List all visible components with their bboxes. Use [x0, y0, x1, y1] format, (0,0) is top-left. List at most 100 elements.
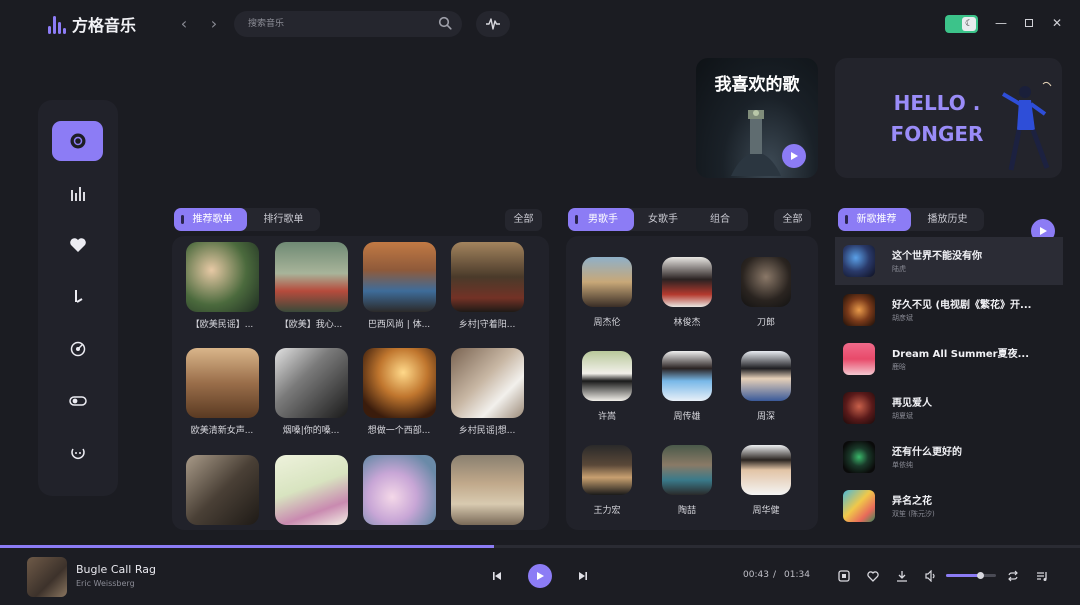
favorites-title: 我喜欢的歌 — [714, 75, 800, 95]
play-icon — [537, 572, 544, 580]
tab-female-singers[interactable]: 女歌手 — [634, 208, 692, 231]
song-title: 再见爱人 — [892, 398, 932, 409]
sidebar-item-settings[interactable] — [52, 381, 103, 421]
like-heart-icon[interactable] — [866, 569, 880, 583]
back-arrow-icon[interactable]: ‹ — [175, 14, 193, 33]
heart-icon — [69, 238, 86, 252]
disc-icon — [70, 133, 85, 149]
song-row[interactable]: 再见爱人 胡夏斌 — [835, 384, 1063, 432]
singer-avatar[interactable] — [582, 257, 632, 307]
progress-fill[interactable] — [0, 545, 494, 548]
song-cover — [843, 245, 875, 277]
singer-avatar[interactable] — [582, 351, 632, 401]
favorites-play-button[interactable] — [782, 144, 806, 168]
singer-avatar[interactable] — [741, 445, 791, 495]
singer-avatar[interactable] — [741, 257, 791, 307]
sidebar-item-discover[interactable] — [52, 121, 103, 161]
song-artist: 鹿晗 — [892, 363, 906, 371]
singer-name: 许嵩 — [597, 412, 616, 422]
song-artist: 双笙 (陈元汐) — [892, 510, 935, 518]
playlist-cover[interactable] — [186, 242, 259, 312]
singer-name: 刀郎 — [756, 318, 775, 328]
playlist-cover[interactable] — [451, 348, 524, 418]
record-icon — [70, 341, 85, 357]
singer-tabs: 男歌手 女歌手 组合 — [568, 208, 748, 231]
playlist-cover[interactable] — [275, 348, 348, 418]
playlist-cover[interactable] — [363, 455, 436, 525]
singer-avatar[interactable] — [662, 257, 712, 307]
singer-avatar[interactable] — [741, 351, 791, 401]
tab-new-songs[interactable]: 新歌推荐 — [838, 208, 911, 231]
tab-male-singers[interactable]: 男歌手 — [568, 208, 634, 231]
minimize-icon[interactable]: — — [993, 14, 1009, 32]
time-separator: / — [773, 570, 777, 580]
playlist-caption: 乡村|守着阳... — [458, 320, 516, 330]
singer-name: 王力宏 — [593, 506, 621, 516]
volume-slider[interactable] — [946, 572, 984, 579]
song-row[interactable]: 好久不见 (电视剧《繁花》开... 胡彦斌 — [835, 286, 1063, 334]
sidebar-item-radio[interactable] — [52, 329, 103, 369]
moon-icon: ☾ — [962, 17, 976, 31]
song-title: 还有什么更好的 — [892, 447, 962, 458]
song-row[interactable]: 还有什么更好的 单依纯 — [835, 433, 1063, 481]
download-icon[interactable] — [895, 569, 909, 583]
playlists-all-button[interactable]: 全部 — [505, 209, 542, 231]
singer-name: 周深 — [756, 412, 775, 422]
song-cover — [843, 294, 875, 326]
song-artist: 单依纯 — [892, 461, 913, 469]
sidebar-item-charts[interactable] — [52, 173, 103, 213]
theme-toggle[interactable]: ☾ — [945, 15, 978, 33]
previous-icon[interactable] — [490, 569, 504, 583]
tab-play-history[interactable]: 播放历史 — [911, 208, 984, 231]
playlist-caption: 巴西风尚 | 体... — [367, 320, 431, 330]
hello-banner: HELLO . FONGER — [835, 58, 1062, 178]
playlist-cover[interactable] — [275, 242, 348, 312]
sidebar-item-music[interactable] — [52, 277, 103, 317]
maximize-icon[interactable] — [1021, 14, 1037, 32]
song-row[interactable]: 这个世界不能没有你 陆虎 — [835, 237, 1063, 285]
tab-recommended-playlists[interactable]: 推荐歌单 — [174, 208, 247, 231]
playlist-cover[interactable] — [451, 242, 524, 312]
play-icon — [1040, 227, 1047, 235]
current-time: 00:43 — [743, 570, 769, 580]
song-tabs: 新歌推荐 播放历史 — [838, 208, 984, 231]
song-title: 异名之花 — [892, 496, 932, 507]
close-icon[interactable]: ✕ — [1049, 14, 1065, 32]
song-cover — [843, 441, 875, 473]
playlist-grid: 【欧美民谣】... 【欧美】我心... 巴西风尚 | 体... 乡村|守着阳..… — [172, 236, 549, 530]
audio-recognize-button[interactable] — [476, 11, 510, 37]
playlist-cover[interactable] — [275, 455, 348, 525]
play-pause-button[interactable] — [528, 564, 552, 588]
sidebar-item-favorites[interactable] — [52, 225, 103, 265]
hello-text: HELLO . FONGER — [890, 91, 984, 146]
lyrics-icon[interactable] — [837, 569, 851, 583]
favorites-card[interactable]: 我喜欢的歌 — [696, 58, 818, 178]
search-input[interactable] — [248, 11, 428, 37]
singers-all-button[interactable]: 全部 — [774, 209, 811, 231]
singer-avatar[interactable] — [582, 445, 632, 495]
tab-groups[interactable]: 组合 — [692, 208, 748, 231]
forward-arrow-icon[interactable]: › — [205, 14, 223, 33]
singer-avatar[interactable] — [662, 445, 712, 495]
playlist-caption: 想做一个西部... — [367, 426, 431, 436]
playlist-cover[interactable] — [186, 455, 259, 525]
playlist-queue-icon[interactable] — [1035, 569, 1049, 583]
playlist-cover[interactable] — [186, 348, 259, 418]
sidebar-item-profile[interactable] — [52, 433, 103, 473]
playlist-cover[interactable] — [363, 242, 436, 312]
now-playing-cover[interactable] — [27, 557, 67, 597]
song-row[interactable]: Dream All Summer夏夜... 鹿晗 — [835, 335, 1063, 383]
logo-icon — [48, 14, 66, 34]
playlist-cover[interactable] — [363, 348, 436, 418]
singer-avatar[interactable] — [662, 351, 712, 401]
song-row[interactable]: 异名之花 双笙 (陈元汐) — [835, 482, 1063, 530]
app-title: 方格音乐 — [72, 16, 137, 35]
playlist-cover[interactable] — [451, 455, 524, 525]
lighthouse-illustration — [731, 110, 781, 176]
repeat-icon[interactable] — [1006, 569, 1020, 583]
volume-icon[interactable] — [924, 569, 938, 583]
tab-ranking-playlists[interactable]: 排行歌单 — [247, 208, 320, 231]
playlist-caption: 【欧美民谣】... — [190, 320, 254, 330]
next-icon[interactable] — [576, 569, 590, 583]
search-icon[interactable] — [438, 16, 452, 30]
